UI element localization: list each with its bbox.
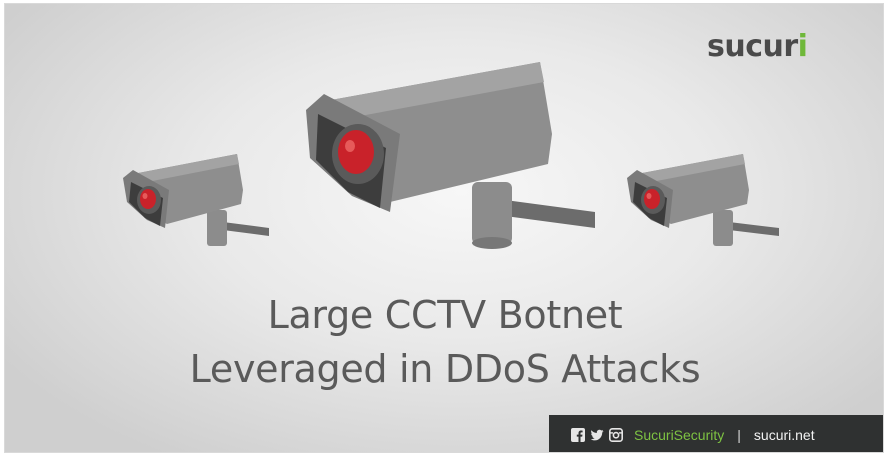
logo-accent: i bbox=[797, 29, 808, 64]
logo-text: sucur bbox=[707, 29, 798, 64]
security-camera-right bbox=[627, 154, 779, 246]
facebook-icon[interactable] bbox=[571, 428, 585, 442]
social-handle-link[interactable]: SucuriSecurity bbox=[634, 427, 724, 443]
headline-line-1: Large CCTV Botnet bbox=[267, 293, 623, 337]
website-link[interactable]: sucuri.net bbox=[754, 427, 815, 443]
sucuri-logo: sucuri bbox=[707, 29, 808, 64]
social-footer-bar: SucuriSecurity | sucuri.net bbox=[549, 415, 883, 452]
headline-line-2: Leveraged in DDoS Attacks bbox=[189, 347, 701, 391]
twitter-icon[interactable] bbox=[590, 428, 604, 442]
hero-banner: sucuri Large CCTV Botnet Leveraged in DD… bbox=[4, 3, 884, 453]
security-camera-center bbox=[306, 62, 595, 249]
instagram-icon[interactable] bbox=[609, 428, 623, 442]
footer-separator: | bbox=[737, 427, 741, 443]
security-camera-left bbox=[123, 154, 269, 246]
